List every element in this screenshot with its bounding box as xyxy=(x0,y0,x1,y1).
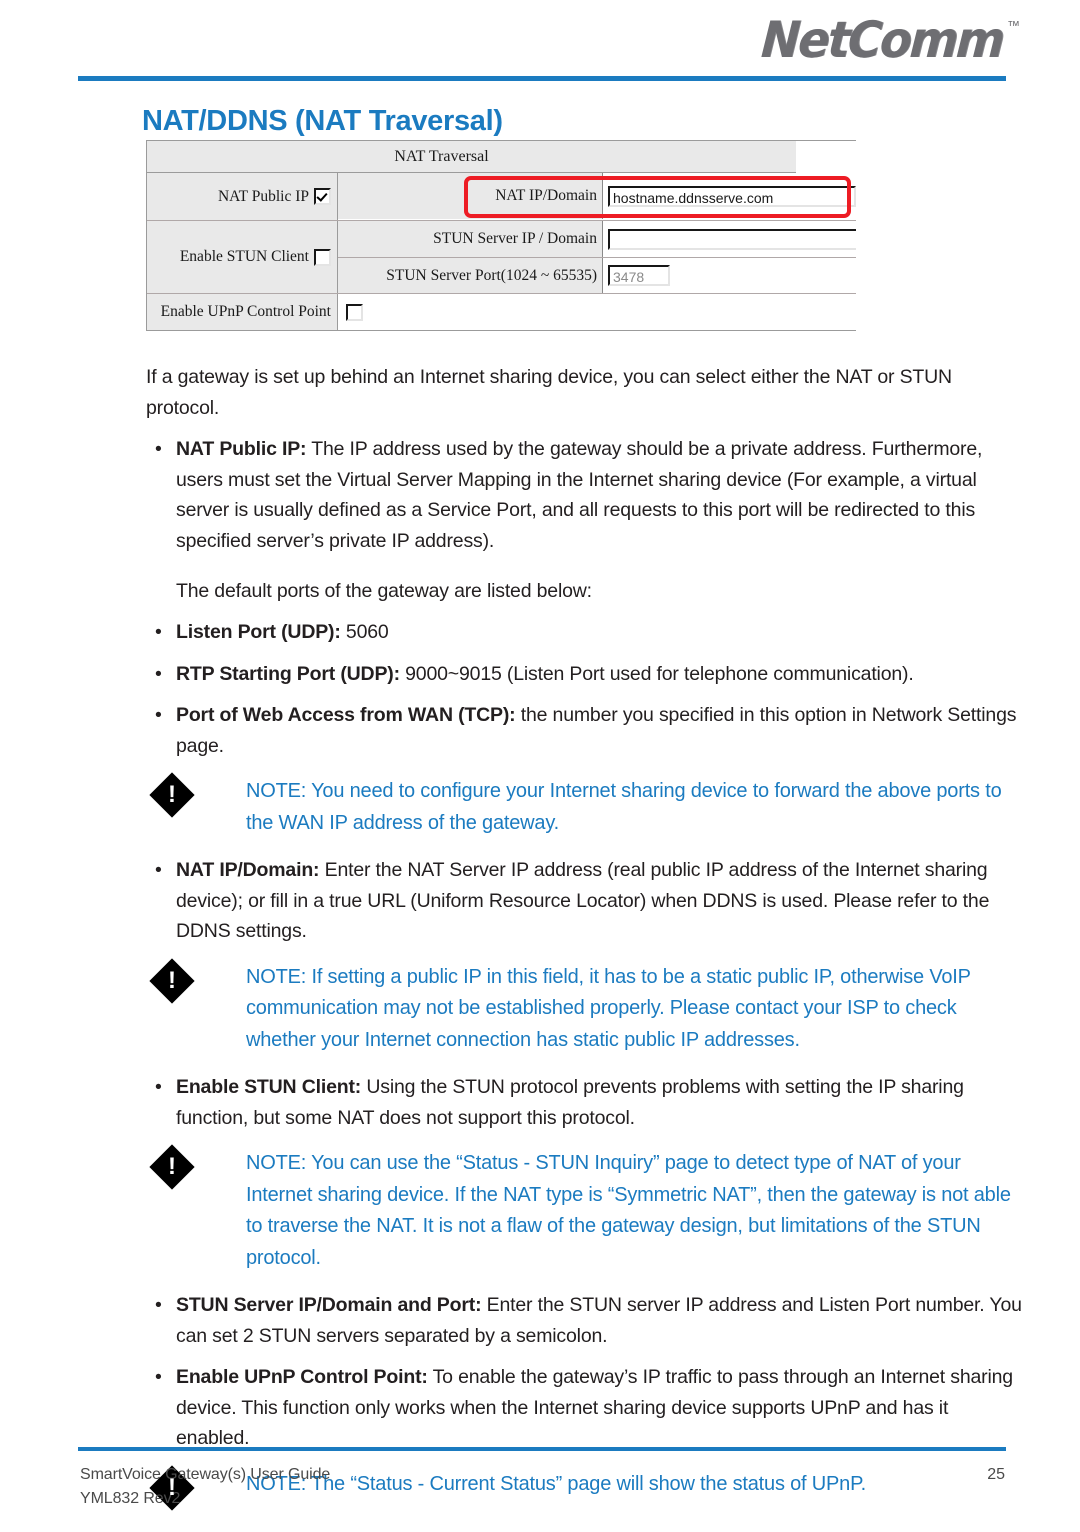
nat-public-ip-label: NAT Public IP xyxy=(217,187,309,205)
note-exclamation-glyph: ! xyxy=(168,1473,176,1501)
note-block-forward-ports: ! NOTE: You need to configure your Inter… xyxy=(146,772,1022,839)
bullet-term-rtp-port: RTP Starting Port (UDP): xyxy=(176,662,400,685)
enable-upnp-cell: Enable UPnP Control Point xyxy=(147,294,338,330)
trademark-symbol: ™ xyxy=(1007,18,1020,33)
footer-guide-title: SmartVoice Gateway(s) User Guide xyxy=(80,1466,331,1483)
stun-server-ip-label: STUN Server IP / Domain xyxy=(338,221,603,257)
bullet-stun-server-ip-port: • STUN Server IP/Domain and Port: Enter … xyxy=(146,1290,1022,1351)
nat-ip-domain-input[interactable]: hostname.ddnsserve.com xyxy=(608,185,856,207)
nat-public-ip-checkbox[interactable] xyxy=(314,188,331,205)
form-row-nat-public-ip: NAT Public IP NAT IP/Domain hostname.ddn… xyxy=(147,173,856,221)
default-ports-intro: The default ports of the gateway are lis… xyxy=(176,579,592,602)
intro-paragraph: If a gateway is set up behind an Interne… xyxy=(146,366,952,419)
stun-server-port-input[interactable]: 3478 xyxy=(608,265,670,286)
form-row-enable-stun-client: Enable STUN Client STUN Server IP / Doma… xyxy=(147,221,856,294)
bullet-marker: • xyxy=(155,438,162,460)
netcomm-logo-wordmark: NetComm xyxy=(760,11,1006,69)
enable-stun-client-checkbox[interactable] xyxy=(314,248,331,266)
enable-upnp-checkbox[interactable] xyxy=(346,303,363,321)
footer-document-info: SmartVoice Gateway(s) User Guide YML832 … xyxy=(80,1463,330,1511)
bullet-term-nat-public-ip: NAT Public IP: xyxy=(176,438,307,460)
bullet-enable-stun-client: • Enable STUN Client: Using the STUN pro… xyxy=(146,1072,1022,1133)
bullet-enable-upnp: • Enable UPnP Control Point: To enable t… xyxy=(146,1362,1022,1454)
bullet-marker: • xyxy=(155,1366,162,1388)
document-body: If a gateway is set up behind an Interne… xyxy=(146,362,1022,1530)
bullet-term-stun-server-ip-port: STUN Server IP/Domain and Port: xyxy=(176,1294,482,1316)
footer-accent-rule xyxy=(78,1447,1006,1451)
form-row-enable-upnp: Enable UPnP Control Point xyxy=(147,294,856,330)
bullet-web-access-port: • Port of Web Access from WAN (TCP): the… xyxy=(146,700,1022,761)
bullet-marker: • xyxy=(155,859,162,881)
bullet-listen-port: • Listen Port (UDP): 5060 xyxy=(146,617,1022,648)
bullet-marker: • xyxy=(155,1294,162,1316)
nat-traversal-form-screenshot: NAT Traversal NAT Public IP NAT IP/Domai… xyxy=(146,140,856,331)
header-accent-rule xyxy=(78,76,1006,81)
note-exclamation-glyph: ! xyxy=(168,966,176,994)
note-exclamation-icon: ! xyxy=(146,957,246,1007)
bullet-rtp-port: • RTP Starting Port (UDP): 9000~9015 (Li… xyxy=(146,659,1022,690)
bullet-term-web-access-port: Port of Web Access from WAN (TCP): xyxy=(176,704,516,726)
enable-stun-client-label: Enable STUN Client xyxy=(179,248,309,265)
nat-public-ip-cell: NAT Public IP xyxy=(147,173,338,220)
note-text-static-public-ip: NOTE: If setting a public IP in this fie… xyxy=(246,965,971,1051)
note-block-stun-inquiry: ! NOTE: You can use the “Status - STUN I… xyxy=(146,1144,1022,1274)
bullet-term-listen-port: Listen Port (UDP): xyxy=(176,621,341,643)
bullet-marker: • xyxy=(155,662,162,685)
enable-stun-client-cell: Enable STUN Client xyxy=(147,221,338,293)
bullet-term-enable-upnp: Enable UPnP Control Point: xyxy=(176,1366,428,1388)
nat-ip-domain-label: NAT IP/Domain xyxy=(338,173,603,219)
bullet-marker: • xyxy=(155,704,162,726)
bullet-marker: • xyxy=(155,621,162,643)
page-title: NAT/DDNS (NAT Traversal) xyxy=(142,105,503,138)
bullet-nat-ip-domain: • NAT IP/Domain: Enter the NAT Server IP… xyxy=(146,855,1022,947)
bullet-body-listen-port: 5060 xyxy=(340,621,389,643)
note-text-stun-inquiry: NOTE: You can use the “Status - STUN Inq… xyxy=(246,1152,1011,1269)
note-exclamation-icon: ! xyxy=(146,772,246,821)
netcomm-logo: NetComm ™ xyxy=(745,11,1020,72)
stun-server-port-label: STUN Server Port(1024 ~ 65535) xyxy=(338,258,603,293)
bullet-term-nat-ip-domain: NAT IP/Domain: xyxy=(176,859,320,881)
bullet-term-enable-stun-client: Enable STUN Client: xyxy=(176,1076,362,1098)
bullet-marker: • xyxy=(155,1076,162,1098)
note-exclamation-glyph: ! xyxy=(168,781,176,808)
enable-upnp-label: Enable UPnP Control Point xyxy=(160,303,331,320)
note-exclamation-glyph: ! xyxy=(168,1153,176,1180)
note-text-current-status: NOTE: The “Status - Current Status” page… xyxy=(246,1472,866,1495)
stun-server-ip-input[interactable] xyxy=(608,228,856,250)
note-block-static-public-ip: ! NOTE: If setting a public IP in this f… xyxy=(146,957,1022,1057)
note-exclamation-icon: ! xyxy=(146,1144,246,1193)
note-text-forward-ports: NOTE: You need to configure your Interne… xyxy=(246,780,1002,834)
footer-page-number: 25 xyxy=(987,1466,1005,1483)
footer-revision: YML832 Rev2 xyxy=(80,1490,181,1507)
bullet-nat-public-ip: • NAT Public IP: The IP address used by … xyxy=(146,434,1022,556)
bullet-body-rtp-port: 9000~9015 (Listen Port used for telephon… xyxy=(399,662,914,685)
form-table-title: NAT Traversal xyxy=(147,141,796,173)
